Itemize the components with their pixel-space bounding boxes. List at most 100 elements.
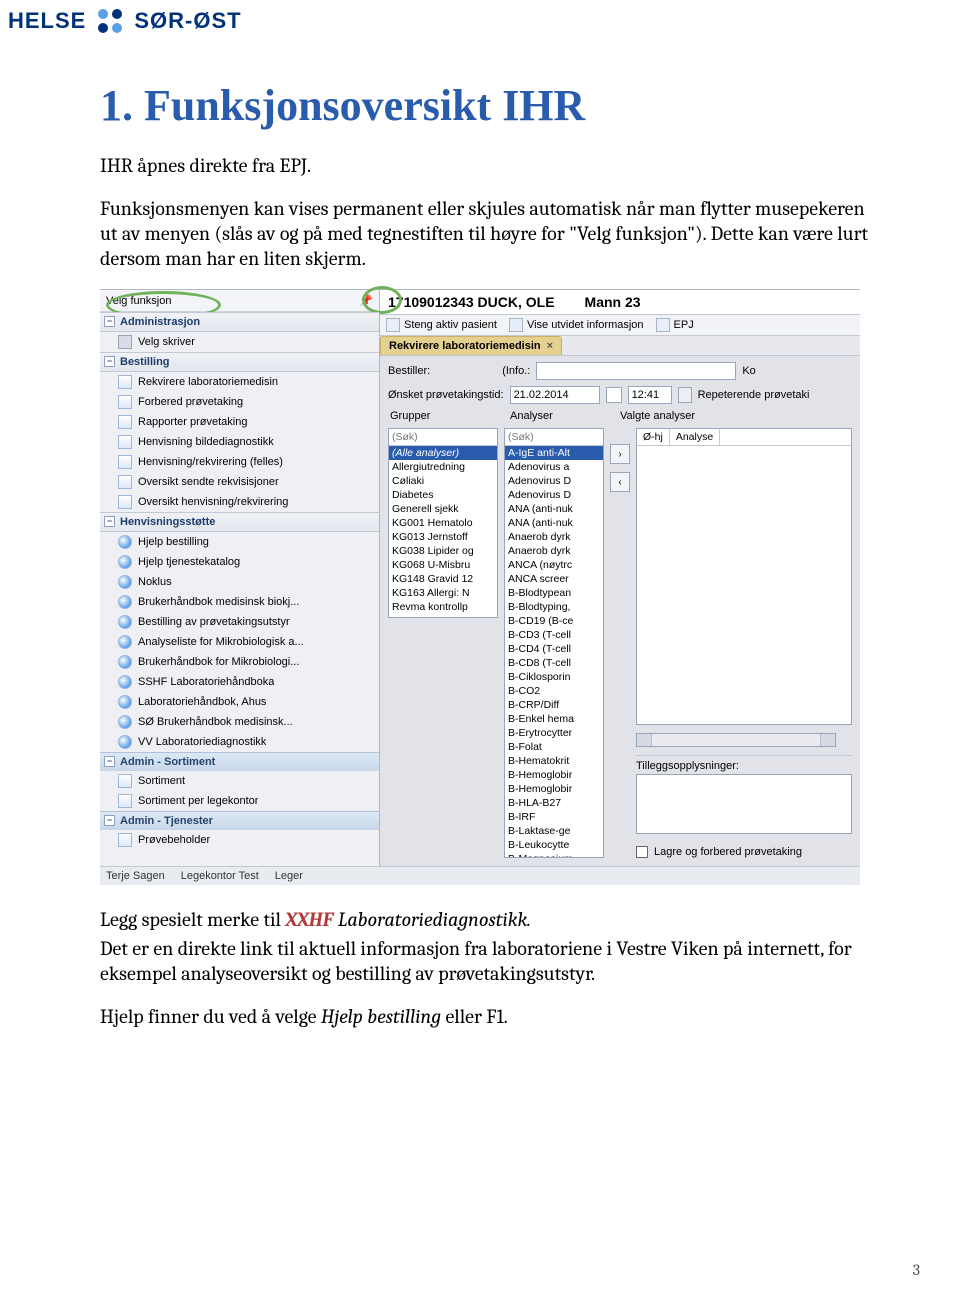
analyser-item[interactable]: Anaerob dyrk	[505, 530, 603, 544]
utvidet-info-button[interactable]: Vise utvidet informasjon	[509, 318, 644, 332]
info-input[interactable]	[536, 362, 736, 380]
nav-item[interactable]: Rekvirere laboratoriemedisin	[100, 372, 379, 392]
analyser-item[interactable]: B-Leukocytte	[505, 838, 603, 852]
calendar-icon[interactable]	[606, 387, 622, 403]
analyser-item[interactable]: B-CO2	[505, 684, 603, 698]
valgte-analyser-label: Valgte analyser	[618, 410, 697, 422]
save-checkbox[interactable]	[636, 846, 648, 858]
dato-input[interactable]	[510, 386, 600, 404]
nav-item[interactable]: Noklus	[100, 572, 379, 592]
analyser-item[interactable]: B-Blodtypean	[505, 586, 603, 600]
nav-item[interactable]: Rapporter prøvetaking	[100, 412, 379, 432]
nav-velg-skriver[interactable]: Velg skriver	[100, 332, 379, 352]
grupper-item[interactable]: Diabetes	[389, 488, 497, 502]
grupper-item[interactable]: Revma kontrollp	[389, 600, 497, 614]
category-admin-tjenester[interactable]: − Admin - Tjenester	[100, 811, 379, 830]
analyser-item[interactable]: Adenovirus D	[505, 474, 603, 488]
tab-rekvirere[interactable]: Rekvirere laboratoriemedisin ×	[380, 336, 562, 355]
nav-item[interactable]: Sortiment	[100, 771, 379, 791]
grupper-item[interactable]: KG013 Jernstoff	[389, 530, 497, 544]
status-user: Terje Sagen	[106, 870, 165, 882]
analyser-item[interactable]: B-CRP/Diff	[505, 698, 603, 712]
grupper-item[interactable]: (Alle analyser)	[389, 446, 497, 460]
valgte-analyser-table[interactable]: Ø-hj Analyse	[636, 428, 852, 725]
nav-label: Prøvebeholder	[138, 834, 210, 846]
grupper-item[interactable]: Generell sjekk	[389, 502, 497, 516]
analyser-list[interactable]: (Søk) A-IgE anti-AltAdenovirus aAdenovir…	[504, 428, 604, 858]
analyser-item[interactable]: B-Hemoglobir	[505, 782, 603, 796]
nav-item[interactable]: Laboratoriehåndbok, Ahus	[100, 692, 379, 712]
grupper-list[interactable]: (Søk) (Alle analyser)AllergiutredningCøl…	[388, 428, 498, 618]
close-icon[interactable]: ×	[547, 340, 553, 352]
grupper-item[interactable]: KG001 Hematolo	[389, 516, 497, 530]
analyser-item[interactable]: Adenovirus a	[505, 460, 603, 474]
nav-item[interactable]: Hjelp tjenestekatalog	[100, 552, 379, 572]
analyser-item[interactable]: ANA (anti-nuk	[505, 502, 603, 516]
analyser-item[interactable]: B-Hemoglobir	[505, 768, 603, 782]
analyser-item[interactable]: ANCA (nøytrc	[505, 558, 603, 572]
nav-item[interactable]: Forbered prøvetaking	[100, 392, 379, 412]
analyser-item[interactable]: Adenovirus D	[505, 488, 603, 502]
epj-button[interactable]: EPJ	[656, 318, 694, 332]
analyser-item[interactable]: B-HLA-B27	[505, 796, 603, 810]
analyser-item[interactable]: B-Blodtyping,	[505, 600, 603, 614]
analyser-item[interactable]: B-CD4 (T-cell	[505, 642, 603, 656]
tillegg-textarea[interactable]	[636, 774, 852, 834]
analyser-search[interactable]: (Søk)	[505, 429, 603, 446]
analyser-item[interactable]: B-CD3 (T-cell	[505, 628, 603, 642]
collapse-icon[interactable]: −	[104, 316, 115, 327]
nav-item[interactable]: SØ Brukerhåndbok medisinsk...	[100, 712, 379, 732]
steng-pasient-button[interactable]: Steng aktiv pasient	[386, 318, 497, 332]
nav-item[interactable]: Bestilling av prøvetakingsutstyr	[100, 612, 379, 632]
analyser-item[interactable]: B-Laktase-ge	[505, 824, 603, 838]
category-admin-sortiment[interactable]: − Admin - Sortiment	[100, 752, 379, 771]
nav-item[interactable]: Henvisning bildediagnostikk	[100, 432, 379, 452]
pin-icon[interactable]: 📌	[359, 294, 373, 307]
nav-item[interactable]: Oversikt henvisning/rekvirering	[100, 492, 379, 512]
analyser-item[interactable]: B-Hematokrit	[505, 754, 603, 768]
nav-item[interactable]: Henvisning/rekvirering (felles)	[100, 452, 379, 472]
nav-item[interactable]: Brukerhåndbok for Mikrobiologi...	[100, 652, 379, 672]
nav-item[interactable]: Analyseliste for Mikrobiologisk a...	[100, 632, 379, 652]
grupper-search[interactable]: (Søk)	[389, 429, 497, 446]
analyser-item[interactable]: B-IRF	[505, 810, 603, 824]
category-bestilling[interactable]: − Bestilling	[100, 352, 379, 372]
nav-item[interactable]: Oversikt sendte rekvisisjoner	[100, 472, 379, 492]
help-post: eller F1.	[441, 1005, 508, 1028]
collapse-icon[interactable]: −	[104, 516, 115, 527]
nav-item[interactable]: SSHF Laboratoriehåndboka	[100, 672, 379, 692]
nav-item[interactable]: Hjelp bestilling	[100, 532, 379, 552]
remove-analyse-button[interactable]: ‹	[610, 472, 630, 492]
nav-item[interactable]: VV Laboratoriediagnostikk	[100, 732, 379, 752]
nav-item[interactable]: Sortiment per legekontor	[100, 791, 379, 811]
grupper-item[interactable]: KG148 Gravid 12	[389, 572, 497, 586]
grupper-item[interactable]: KG068 U-Misbru	[389, 558, 497, 572]
time-dropdown-icon[interactable]	[678, 387, 692, 403]
analyser-item[interactable]: B-Erytrocytter	[505, 726, 603, 740]
collapse-icon[interactable]: −	[104, 815, 115, 826]
analyser-item[interactable]: B-CD19 (B-ce	[505, 614, 603, 628]
analyser-item[interactable]: ANA (anti-nuk	[505, 516, 603, 530]
grupper-item[interactable]: KG163 Allergi: N	[389, 586, 497, 600]
tid-input[interactable]	[628, 386, 672, 404]
analyser-item[interactable]: B-CD8 (T-cell	[505, 656, 603, 670]
category-henvisningsstotte[interactable]: − Henvisningsstøtte	[100, 512, 379, 532]
action-bar: Steng aktiv pasient Vise utvidet informa…	[380, 315, 860, 336]
grupper-item[interactable]: KG038 Lipider og	[389, 544, 497, 558]
analyser-item[interactable]: B-Magnesium	[505, 852, 603, 857]
analyser-item[interactable]: B-Folat	[505, 740, 603, 754]
add-analyse-button[interactable]: ›	[610, 444, 630, 464]
grupper-item[interactable]: Allergiutredning	[389, 460, 497, 474]
grupper-item[interactable]: Cøliaki	[389, 474, 497, 488]
category-administrasjon[interactable]: − Administrasjon	[100, 312, 379, 332]
collapse-icon[interactable]: −	[104, 356, 115, 367]
hscrollbar[interactable]	[636, 733, 836, 747]
nav-item[interactable]: Brukerhåndbok medisinsk biokj...	[100, 592, 379, 612]
collapse-icon[interactable]: −	[104, 756, 115, 767]
analyser-item[interactable]: B-Enkel hema	[505, 712, 603, 726]
analyser-item[interactable]: ANCA screer	[505, 572, 603, 586]
nav-item[interactable]: Prøvebeholder	[100, 830, 379, 850]
analyser-item[interactable]: B-Ciklosporin	[505, 670, 603, 684]
analyser-item[interactable]: Anaerob dyrk	[505, 544, 603, 558]
analyser-item[interactable]: A-IgE anti-Alt	[505, 446, 603, 460]
